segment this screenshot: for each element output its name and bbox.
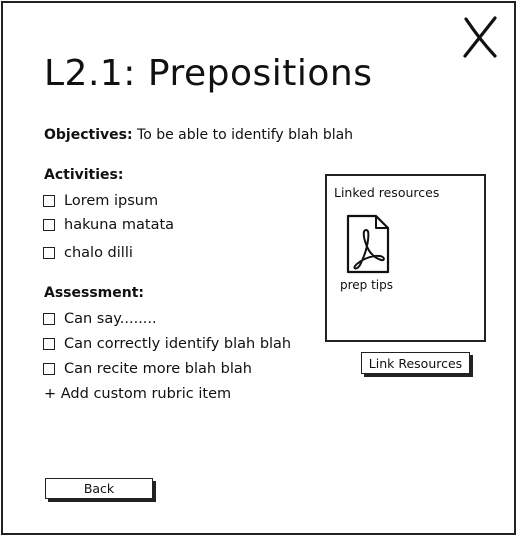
activity-label: Lorem ipsum <box>64 193 159 209</box>
assessment-checkbox[interactable] <box>43 313 55 325</box>
link-resources-button[interactable]: Link Resources <box>361 352 470 374</box>
assessment-item[interactable]: Can say........ <box>43 310 157 328</box>
pdf-document-glyph <box>346 214 390 274</box>
pdf-file-icon[interactable] <box>345 214 391 274</box>
assessment-label: Can recite more blah blah <box>64 361 252 377</box>
activity-item[interactable]: chalo dilli <box>43 244 133 262</box>
resource-file-name[interactable]: prep tips <box>340 277 393 293</box>
page-title: L2.1: Prepositions <box>44 53 373 94</box>
activity-item[interactable]: hakuna matata <box>43 216 174 234</box>
objectives-line: Objectives: To be able to identify blah … <box>44 126 353 144</box>
activity-checkbox[interactable] <box>43 195 55 207</box>
back-button[interactable]: Back <box>45 478 153 499</box>
activity-label: hakuna matata <box>64 217 175 233</box>
activity-checkbox[interactable] <box>43 219 55 231</box>
linked-resources-title: Linked resources <box>334 185 440 200</box>
assessment-label: Can correctly identify blah blah <box>64 336 292 352</box>
close-icon[interactable] <box>462 16 498 58</box>
assessment-item[interactable]: Can recite more blah blah <box>43 360 252 378</box>
assessment-checkbox[interactable] <box>43 338 55 350</box>
activity-label: chalo dilli <box>64 245 133 261</box>
assessment-label: Can say........ <box>64 311 157 327</box>
add-rubric-item-link[interactable]: + Add custom rubric item <box>44 385 231 403</box>
objectives-label: Objectives: <box>44 127 133 143</box>
activities-heading: Activities: <box>44 167 124 183</box>
linked-resources-panel: Linked resources prep tips <box>325 174 486 342</box>
assessment-checkbox[interactable] <box>43 363 55 375</box>
close-x-glyph <box>463 16 497 58</box>
assessment-item[interactable]: Can correctly identify blah blah <box>43 335 291 353</box>
assessment-heading: Assessment: <box>44 285 145 301</box>
activity-checkbox[interactable] <box>43 247 55 259</box>
activity-item[interactable]: Lorem ipsum <box>43 192 158 210</box>
objectives-text: To be able to identify blah blah <box>137 127 354 143</box>
